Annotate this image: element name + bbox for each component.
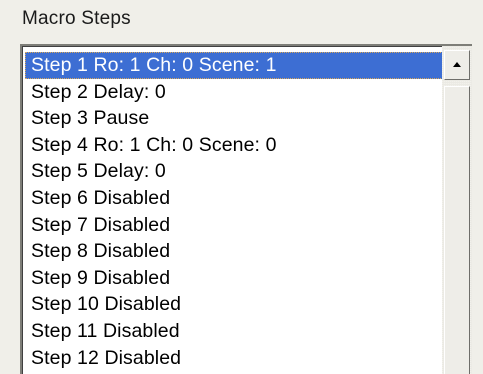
scroll-thumb[interactable] (444, 86, 470, 374)
macro-steps-label: Macro Steps (22, 8, 131, 29)
macro-steps-list: Step 1 Ro: 1 Ch: 0 Scene: 1 Step 2 Delay… (25, 52, 443, 371)
list-item-step-9[interactable]: Step 9 Disabled (25, 265, 443, 292)
list-item-step-12[interactable]: Step 12 Disabled (25, 345, 443, 372)
list-item-step-3[interactable]: Step 3 Pause (25, 105, 443, 132)
list-item-step-11[interactable]: Step 11 Disabled (25, 318, 443, 345)
list-item-step-1[interactable]: Step 1 Ro: 1 Ch: 0 Scene: 1 (25, 52, 443, 79)
vertical-scrollbar[interactable] (442, 46, 472, 374)
list-item-step-6[interactable]: Step 6 Disabled (25, 185, 443, 212)
chevron-up-icon (453, 62, 461, 67)
list-item-step-10[interactable]: Step 10 Disabled (25, 291, 443, 318)
list-item-step-4[interactable]: Step 4 Ro: 1 Ch: 0 Scene: 0 (25, 132, 443, 159)
macro-steps-listbox[interactable]: Step 1 Ro: 1 Ch: 0 Scene: 1 Step 2 Delay… (20, 44, 472, 374)
list-item-step-7[interactable]: Step 7 Disabled (25, 212, 443, 239)
list-item-step-8[interactable]: Step 8 Disabled (25, 238, 443, 265)
list-item-step-2[interactable]: Step 2 Delay: 0 (25, 79, 443, 106)
list-item-step-5[interactable]: Step 5 Delay: 0 (25, 158, 443, 185)
scroll-up-button[interactable] (444, 50, 470, 80)
